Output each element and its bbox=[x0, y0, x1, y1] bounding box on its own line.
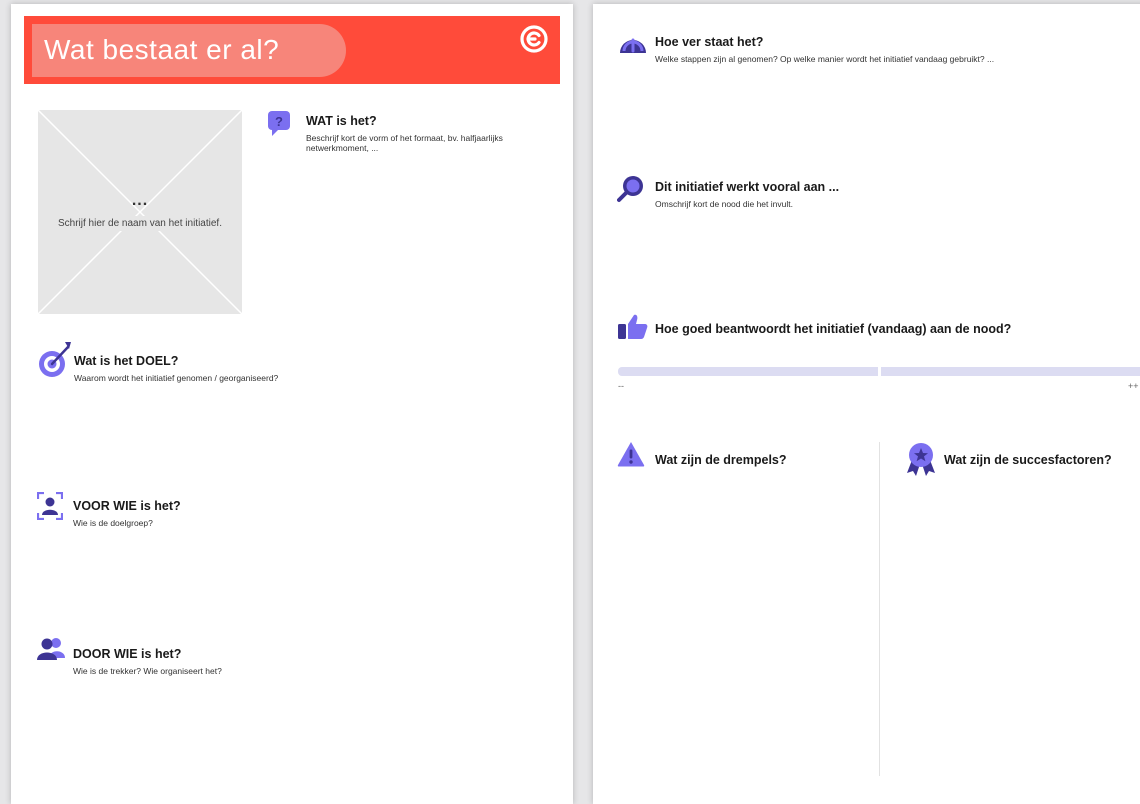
door-wie-desc: Wie is de trekker? Wie organiseert het? bbox=[73, 666, 222, 676]
page-title: Wat bestaat er al? bbox=[44, 34, 280, 65]
target-icon bbox=[39, 342, 71, 377]
magnifier-icon bbox=[617, 176, 643, 202]
left-page: Wat bestaat er al? ... Schrijf hier de n… bbox=[11, 4, 573, 804]
wat-title: WAT is het? bbox=[306, 114, 377, 128]
svg-text:?: ? bbox=[275, 114, 283, 129]
rating-bar-low[interactable] bbox=[618, 367, 878, 376]
wat-desc: Beschrijf kort de vorm of het formaat, b… bbox=[306, 133, 503, 153]
doel-desc: Waarom wordt het initiatief genomen / ge… bbox=[74, 373, 279, 383]
question-icon: ? bbox=[268, 111, 290, 136]
title-pill: Wat bestaat er al? bbox=[32, 24, 346, 77]
rating-min-label: -- bbox=[618, 381, 624, 391]
succesfactoren-title: Wat zijn de succesfactoren? bbox=[944, 453, 1112, 467]
thumbs-up-icon bbox=[618, 314, 648, 339]
initiative-name-field[interactable]: Schrijf hier de naam van het initiatief. bbox=[38, 216, 242, 231]
people-icon bbox=[37, 638, 65, 660]
voor-wie-desc: Wie is de doelgroep? bbox=[73, 518, 153, 528]
award-icon bbox=[907, 443, 935, 476]
warning-icon bbox=[617, 442, 645, 467]
column-divider bbox=[879, 442, 880, 776]
door-wie-title: DOOR WIE is het? bbox=[73, 647, 182, 661]
hoe-ver-desc: Welke stappen zijn al genomen? Op welke … bbox=[655, 54, 995, 64]
beantwoordt-title: Hoe goed beantwoordt het initiatief (van… bbox=[655, 322, 1012, 336]
drempels-title: Wat zijn de drempels? bbox=[655, 453, 787, 467]
doel-title: Wat is het DOEL? bbox=[74, 354, 179, 368]
rating-max-label: ++ bbox=[1128, 381, 1139, 391]
header-band: Wat bestaat er al? bbox=[24, 16, 560, 84]
hoe-ver-title: Hoe ver staat het? bbox=[655, 35, 764, 49]
right-page: Hoe ver staat het? Welke stappen zijn al… bbox=[593, 4, 1140, 804]
rating-bar-high[interactable] bbox=[881, 367, 1140, 376]
logo-icon bbox=[520, 25, 548, 53]
gauge-icon bbox=[620, 38, 646, 53]
placeholder-cross-icon bbox=[38, 110, 242, 314]
placeholder-dots: ... bbox=[131, 192, 149, 209]
person-frame-icon bbox=[37, 492, 63, 520]
voor-wie-title: VOOR WIE is het? bbox=[73, 499, 181, 513]
werkt-aan-desc: Omschrijf kort de nood die het invult. bbox=[655, 199, 793, 209]
werkt-aan-title: Dit initiatief werkt vooral aan ... bbox=[655, 180, 840, 194]
image-placeholder[interactable]: ... Schrijf hier de naam van het initiat… bbox=[38, 110, 242, 314]
